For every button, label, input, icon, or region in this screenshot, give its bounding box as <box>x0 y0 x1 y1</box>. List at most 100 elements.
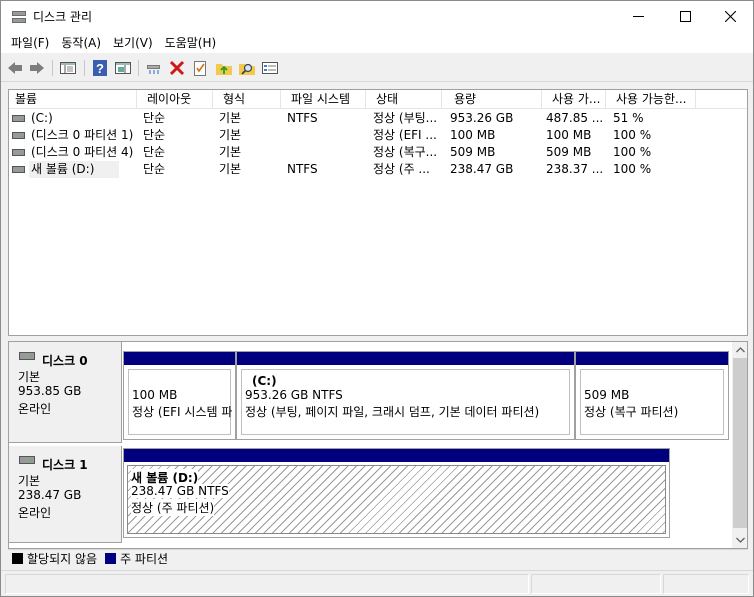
cell-status: 정상 (EFI ... <box>373 128 437 142</box>
column-header-free-space[interactable]: 사용 가... <box>542 90 606 109</box>
legend-swatch-primary <box>105 553 117 564</box>
cell-percent-free: 51 % <box>613 111 644 125</box>
close-button[interactable] <box>707 1 753 31</box>
partition-size: 509 MB <box>584 388 630 402</box>
column-header-status[interactable]: 상태 <box>366 90 442 109</box>
menu-bar: 파일(F) 동작(A) 보기(V) 도움말(H) <box>1 32 753 54</box>
cell-layout: 단순 <box>143 128 166 142</box>
console-tree-icon[interactable] <box>59 59 77 77</box>
properties-icon[interactable] <box>261 59 279 77</box>
cell-free-space: 238.37 ... <box>546 162 604 176</box>
menu-action[interactable]: 동작(A) <box>55 33 107 53</box>
status-bar-segment <box>663 574 749 594</box>
scroll-thumb[interactable] <box>733 358 747 528</box>
menu-file[interactable]: 파일(F) <box>5 33 55 53</box>
toolbar-separator <box>84 60 85 76</box>
forward-icon[interactable] <box>28 59 46 77</box>
column-header-layout[interactable]: 레이아웃 <box>137 90 213 109</box>
disk-management-app-icon <box>12 11 26 23</box>
partition-d[interactable]: 새 볼륨 (D:) 238.47 GB NTFS 정상 (주 파티션) <box>123 448 670 538</box>
cell-volume: (디스크 0 파티션 4) <box>31 145 134 159</box>
volume-list-header: 볼륨 레이아웃 형식 파일 시스템 상태 용량 사용 가... 사용 가능한..… <box>9 90 747 109</box>
volume-row[interactable]: 새 볼륨 (D:) 단순 기본 NTFS 정상 (주 ... 238.47 GB… <box>9 161 747 178</box>
scroll-down-button[interactable] <box>732 532 747 548</box>
cell-layout: 단순 <box>143 145 166 159</box>
maximize-icon <box>679 10 691 22</box>
cell-status: 정상 (주 ... <box>373 162 430 176</box>
drive-icon <box>12 149 25 156</box>
status-bar-segment <box>5 574 529 594</box>
disk-map: 디스크 0 기본 953.85 GB 온라인 100 MB 정상 (EFI 시스… <box>8 341 748 549</box>
partition-status: 정상 (부팅, 페이지 파일, 크래시 덤프, 기본 데이터 파티션) <box>245 405 540 419</box>
column-header-capacity[interactable]: 용량 <box>442 90 542 109</box>
column-header-percent-free[interactable]: 사용 가능한... <box>606 90 696 109</box>
primary-partition-bar <box>124 352 235 365</box>
cell-free-space: 509 MB <box>546 145 592 159</box>
cell-free-space: 487.85 ... <box>546 111 604 125</box>
cell-free-space: 100 MB <box>546 128 592 142</box>
legend-label-unallocated: 할당되지 않음 <box>27 552 98 566</box>
disk-map-scrollbar[interactable] <box>732 342 747 548</box>
cell-volume: (디스크 0 파티션 1) <box>31 128 134 142</box>
disk-management-window: 디스크 관리 파일(F) 동작(A) 보기(V) 도움말(H) ? 볼륨 레이아… <box>0 0 754 597</box>
minimize-button[interactable] <box>615 1 661 31</box>
volume-row[interactable]: (디스크 0 파티션 1) 단순 기본 정상 (EFI ... 100 MB 1… <box>9 127 747 144</box>
cell-status: 정상 (부팅... <box>373 111 438 125</box>
cell-status: 정상 (복구... <box>373 145 438 159</box>
volume-row[interactable]: (C:) 단순 기본 NTFS 정상 (부팅... 953.26 GB 487.… <box>9 110 747 127</box>
column-header-type[interactable]: 형식 <box>213 90 281 109</box>
legend: 할당되지 않음 주 파티션 <box>8 549 748 567</box>
toolbar-separator <box>138 60 139 76</box>
cell-volume: (C:) <box>31 111 53 125</box>
partition-title: (C:) <box>252 374 277 388</box>
cell-filesystem: NTFS <box>287 162 318 176</box>
disk-name: 디스크 0 <box>42 354 88 368</box>
svg-text:?: ? <box>96 61 104 76</box>
partition-recovery[interactable]: 509 MB 정상 (복구 파티션) <box>575 351 729 440</box>
cell-volume: 새 볼륨 (D:) <box>29 161 119 178</box>
partition-size: 100 MB <box>132 388 178 402</box>
back-icon[interactable] <box>6 59 24 77</box>
up-folder-icon[interactable] <box>215 59 233 77</box>
cell-capacity: 238.47 GB <box>450 162 514 176</box>
cell-capacity: 953.26 GB <box>450 111 514 125</box>
cell-capacity: 100 MB <box>450 128 496 142</box>
connect-drive-icon[interactable] <box>145 59 163 77</box>
action-pane-icon[interactable] <box>114 59 132 77</box>
cell-filesystem: NTFS <box>287 111 318 125</box>
delete-icon[interactable] <box>168 59 186 77</box>
disk-1-label[interactable]: 디스크 1 기본 238.47 GB 온라인 <box>9 446 122 543</box>
partition-body: 100 MB 정상 (EFI 시스템 파티션) <box>128 369 232 435</box>
partition-efi[interactable]: 100 MB 정상 (EFI 시스템 파티션) <box>123 351 236 440</box>
checklist-icon[interactable] <box>191 59 209 77</box>
cell-capacity: 509 MB <box>450 145 496 159</box>
help-icon[interactable]: ? <box>91 59 109 77</box>
title-bar: 디스크 관리 <box>1 1 753 32</box>
primary-partition-bar <box>576 352 728 365</box>
search-icon[interactable] <box>238 59 256 77</box>
column-header-filesystem[interactable]: 파일 시스템 <box>281 90 366 109</box>
maximize-button[interactable] <box>662 1 708 31</box>
volume-list: 볼륨 레이아웃 형식 파일 시스템 상태 용량 사용 가... 사용 가능한..… <box>8 89 748 336</box>
cell-type: 기본 <box>219 162 242 176</box>
disk-type: 기본 <box>18 474 41 488</box>
toolbar: ? <box>1 55 753 82</box>
disk-size: 238.47 GB <box>18 488 82 502</box>
status-bar-segment <box>531 574 661 594</box>
disk-size: 953.85 GB <box>18 384 82 398</box>
menu-view[interactable]: 보기(V) <box>107 33 159 53</box>
menu-help[interactable]: 도움말(H) <box>159 33 223 53</box>
cell-type: 기본 <box>219 128 242 142</box>
primary-partition-bar <box>237 352 574 365</box>
partition-c[interactable]: (C:) 953.26 GB NTFS 정상 (부팅, 페이지 파일, 크래시 … <box>236 351 575 440</box>
cell-percent-free: 100 % <box>613 162 652 176</box>
disk-name: 디스크 1 <box>42 458 88 472</box>
volume-row[interactable]: (디스크 0 파티션 4) 단순 기본 정상 (복구... 509 MB 509… <box>9 144 747 161</box>
chevron-up-icon <box>735 347 745 353</box>
legend-swatch-unallocated <box>12 553 23 564</box>
cell-percent-free: 100 % <box>613 128 652 142</box>
close-icon <box>724 10 736 22</box>
column-header-volume[interactable]: 볼륨 <box>9 90 137 109</box>
disk-0-label[interactable]: 디스크 0 기본 953.85 GB 온라인 <box>9 342 122 443</box>
scroll-up-button[interactable] <box>732 342 747 358</box>
